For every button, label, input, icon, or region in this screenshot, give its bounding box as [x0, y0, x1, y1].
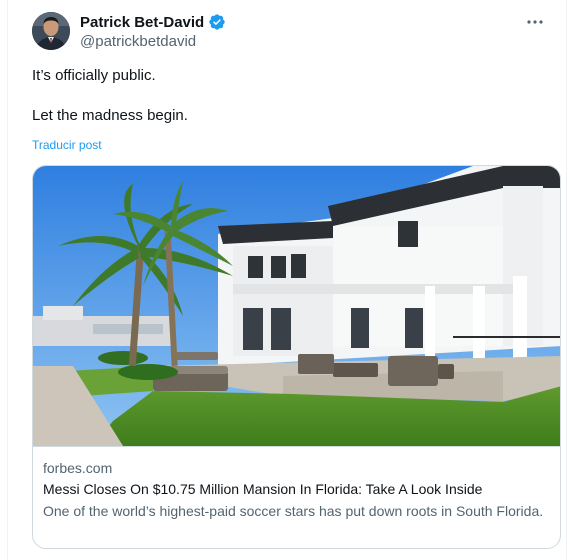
author-display-name[interactable]: Patrick Bet-David — [80, 14, 204, 31]
link-title: Messi Closes On $10.75 Million Mansion I… — [43, 481, 483, 497]
more-horizontal-icon — [527, 20, 543, 24]
author-handle[interactable]: @patrickbetdavid — [80, 33, 226, 50]
link-domain: forbes.com — [43, 460, 113, 476]
translate-post-link[interactable]: Traducir post — [32, 138, 102, 152]
link-preview-card[interactable]: forbes.com Messi Closes On $10.75 Millio… — [32, 165, 561, 549]
verified-badge-icon[interactable] — [208, 13, 226, 31]
author-names: Patrick Bet-David @patrickbetdavid — [80, 13, 226, 50]
post-container[interactable]: Patrick Bet-David @patrickbetdavid It’s … — [7, 0, 567, 560]
post-text: It’s officially public. Let the madness … — [32, 66, 188, 126]
mansion-photo — [33, 166, 560, 446]
name-row: Patrick Bet-David — [80, 13, 226, 31]
post-header: Patrick Bet-David @patrickbetdavid — [32, 10, 550, 50]
link-description: One of the world’s highest-paid soccer s… — [43, 503, 544, 519]
link-card-body: forbes.com Messi Closes On $10.75 Millio… — [33, 446, 560, 548]
avatar[interactable] — [32, 12, 70, 50]
more-options-button[interactable] — [524, 12, 546, 32]
person-portrait-icon — [32, 12, 70, 50]
post-line-1: It’s officially public. — [32, 67, 156, 84]
post-line-2: Let the madness begin. — [32, 107, 188, 124]
